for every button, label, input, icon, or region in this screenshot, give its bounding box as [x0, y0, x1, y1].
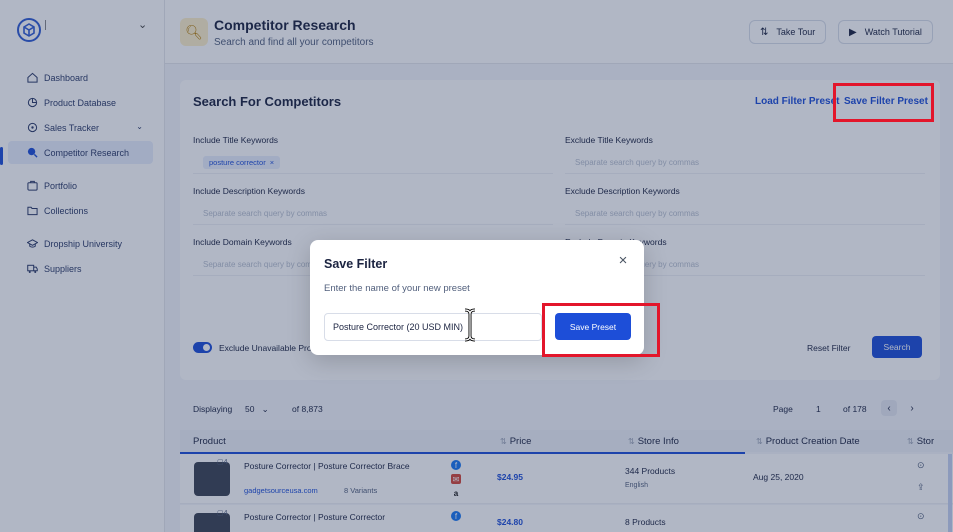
- highlight-save-preset-button: [542, 303, 660, 357]
- highlight-save-filter-preset: [833, 83, 934, 122]
- preset-name-input[interactable]: [324, 313, 542, 341]
- modal-subtitle: Enter the name of your new preset: [324, 283, 470, 294]
- text-cursor-icon: [464, 308, 476, 342]
- close-icon[interactable]: ×: [615, 252, 631, 269]
- modal-title: Save Filter: [324, 257, 388, 271]
